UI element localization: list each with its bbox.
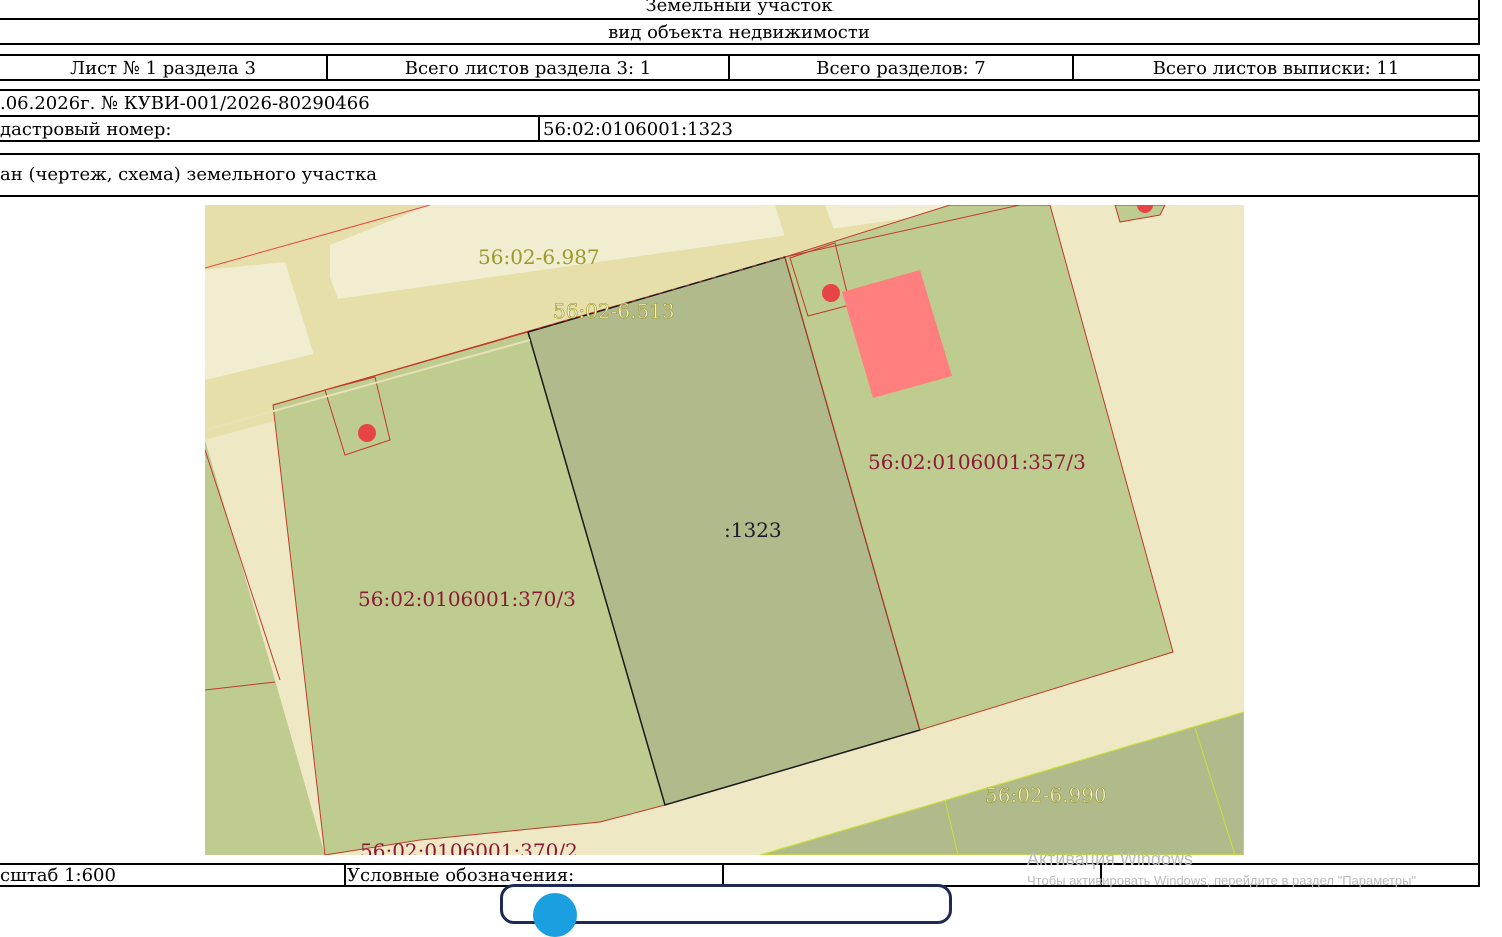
total-sheets-section: Всего листов раздела 3: 1 [404, 58, 652, 79]
sheet-number: Лист № 1 раздела 3 [70, 58, 256, 79]
label-zone-strip: 56:02-6.513 [553, 299, 675, 323]
label-parcel-subject: :1323 [724, 518, 782, 542]
object-kind-caption: вид объекта недвижимости [608, 22, 870, 43]
windows-activation-subtitle: Чтобы активировать Windows, перейдите в … [1027, 873, 1417, 888]
label-parcel-left: 56:02:0106001:370/3 [358, 587, 576, 611]
cadastral-label: дастровый номер: [0, 119, 172, 140]
object-kind-row: вид объекта недвижимости [0, 18, 1480, 45]
document-date-row: .06.2026г. № КУВИ-001/2026-80290466 [0, 89, 1480, 117]
label-parcel-right: 56:02:0106001:357/3 [868, 450, 1086, 474]
marker-center [822, 284, 840, 302]
marker-left [358, 424, 376, 442]
label-zone-bottom: 56:02-6.990 [985, 783, 1107, 807]
label-parcel-bottom: 56:02:0106001:370/2 [360, 839, 578, 855]
cadastral-value: 56:02:0106001:1323 [543, 119, 733, 140]
object-type-row: Земельный участок [0, 0, 1480, 20]
scale-label: сштаб 1:600 [0, 865, 116, 885]
sheet-info-row: Лист № 1 раздела 3 Всего листов раздела … [0, 54, 1480, 81]
total-sheets-extract: Всего листов выписки: 11 [1152, 58, 1400, 79]
globe-icon [533, 893, 577, 937]
windows-activation-title: Активация Windows [1027, 849, 1193, 869]
cadastral-map: 56:02-6.987 56:02-6.513 56:02:0106001:35… [205, 205, 1244, 855]
plan-title: ан (чертеж, схема) земельного участка [0, 164, 377, 185]
document-date-number: .06.2026г. № КУВИ-001/2026-80290466 [0, 93, 370, 114]
legend-label: Условные обозначения: [347, 865, 575, 885]
label-zone-top: 56:02-6.987 [478, 245, 600, 269]
bottom-widget[interactable] [500, 884, 952, 937]
cadastral-row: дастровый номер: 56:02:0106001:1323 [0, 115, 1480, 142]
object-type: Земельный участок [645, 0, 833, 16]
total-sections: Всего разделов: 7 [816, 58, 986, 79]
